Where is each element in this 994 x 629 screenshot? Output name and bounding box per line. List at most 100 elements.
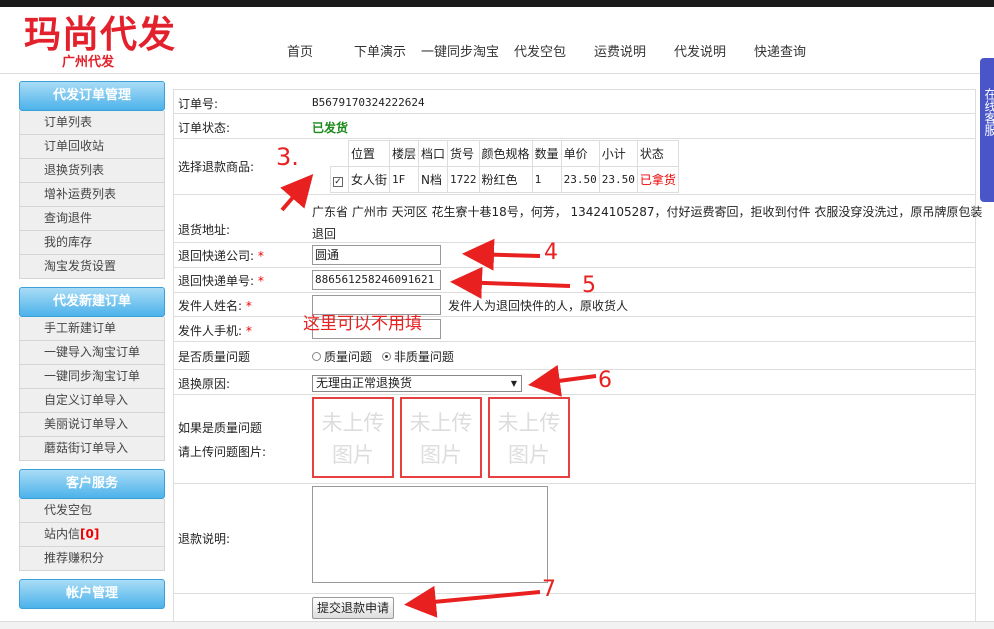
submit-refund-button[interactable]: 提交退款申请 bbox=[312, 597, 395, 619]
annotation-7: 7 bbox=[542, 577, 556, 602]
sidebar-item-custom-import[interactable]: 自定义订单导入 bbox=[19, 389, 165, 413]
goods-header-cell: 数量 bbox=[531, 140, 562, 167]
sidebar-group-new-order[interactable]: 代发新建订单 bbox=[19, 287, 165, 317]
sidebar-item-order-recycle[interactable]: 订单回收站 bbox=[19, 135, 165, 159]
sender-phone-label-text: 发件人手机: bbox=[178, 324, 243, 338]
required-mark: * bbox=[254, 274, 264, 288]
upload-slot-text-1: 未上传 bbox=[497, 411, 561, 435]
return-address-line1: 广东省 广州市 天河区 花生寮十巷18号，何芳， 13424105287，付好运… bbox=[312, 205, 983, 219]
header-divider bbox=[0, 73, 994, 74]
goods-status-cell: 已拿货 bbox=[636, 166, 679, 193]
nav-dropship-info[interactable]: 代发说明 bbox=[674, 41, 726, 60]
row-return-reason: 退换原因: 无理由正常退换货 ▼ bbox=[174, 370, 975, 395]
goods-cell: 女人街 bbox=[347, 166, 391, 193]
goods-cell: 1F bbox=[389, 166, 420, 193]
goods-label: 选择退款商品: bbox=[178, 160, 255, 174]
annotation-5: 5 bbox=[582, 273, 596, 298]
sender-hint: 发件人为退回快件的人，原收货人 bbox=[448, 299, 629, 313]
upload-slot-2[interactable]: 未上传 图片 bbox=[400, 397, 482, 478]
sidebar-group-account[interactable]: 帐户管理 bbox=[19, 579, 165, 609]
sidebar-item-taobao-ship-settings[interactable]: 淘宝发货设置 bbox=[19, 255, 165, 279]
order-no-label: 订单号: bbox=[178, 97, 219, 111]
row-upload-images: 如果是质量问题 请上传问题图片: 未上传 图片 未上传 图片 未上传 图片 bbox=[174, 395, 975, 484]
nav-home[interactable]: 首页 bbox=[287, 41, 313, 60]
row-quality-issue: 是否质量问题 质量问题 非质量问题 bbox=[174, 342, 975, 370]
online-service-label: 在线客服 bbox=[983, 88, 994, 136]
annotation-3: 3. bbox=[276, 143, 299, 171]
sidebar-item-extra-freight[interactable]: 增补运费列表 bbox=[19, 183, 165, 207]
logo-title: 玛尚代发 bbox=[24, 13, 176, 56]
refund-note-textarea[interactable] bbox=[312, 486, 548, 583]
upload-slot-1[interactable]: 未上传 图片 bbox=[312, 397, 394, 478]
quality-no-label: 非质量问题 bbox=[393, 350, 454, 364]
sidebar-item-manual-order[interactable]: 手工新建订单 bbox=[19, 317, 165, 341]
sidebar: 代发订单管理 订单列表 订单回收站 退换货列表 增补运费列表 查询退件 我的库存… bbox=[19, 81, 165, 609]
sidebar-item-empty-parcel[interactable]: 代发空包 bbox=[19, 499, 165, 523]
site-logo[interactable]: 玛尚代发 广州代发 bbox=[24, 14, 184, 70]
upload-slot-text-2: 图片 bbox=[508, 443, 550, 467]
return-company-label: 退回快递公司: * bbox=[178, 247, 264, 264]
goods-checkbox[interactable]: ✓ bbox=[333, 176, 343, 187]
online-service-tab[interactable]: 在线客服 bbox=[980, 58, 994, 202]
tracking-no-input[interactable]: 886561258246091621 bbox=[312, 270, 441, 290]
radio-selected-icon bbox=[381, 352, 391, 361]
return-company-input[interactable]: 圆通 bbox=[312, 245, 441, 265]
row-order-no: 订单号: B5679170324222624 bbox=[174, 90, 975, 114]
goods-table: 位置 楼层 档口 货号 颜色规格 数量 单价 小计 状态 ✓ 女人街 1F N档… bbox=[330, 140, 679, 193]
goods-cell: 1 bbox=[531, 166, 562, 193]
goods-cell: 23.50 bbox=[560, 166, 600, 193]
return-reason-select[interactable]: 无理由正常退换货 ▼ bbox=[312, 375, 522, 392]
sidebar-item-inventory[interactable]: 我的库存 bbox=[19, 231, 165, 255]
sidebar-item-referral-points[interactable]: 推荐赚积分 bbox=[19, 547, 165, 571]
goods-header-cell: 档口 bbox=[418, 140, 449, 167]
goods-header-cell: 小计 bbox=[598, 140, 638, 167]
sidebar-item-sync-taobao[interactable]: 一键同步淘宝订单 bbox=[19, 365, 165, 389]
required-mark: * bbox=[254, 249, 264, 263]
quality-radio-no[interactable]: 非质量问题 bbox=[381, 350, 454, 364]
sidebar-group-order-manage[interactable]: 代发订单管理 bbox=[19, 81, 165, 111]
annotation-hint: 这里可以不用填 bbox=[303, 314, 422, 334]
order-no-value: B5679170324222624 bbox=[312, 96, 425, 109]
sidebar-item-query-returns[interactable]: 查询退件 bbox=[19, 207, 165, 231]
nav-sync-taobao[interactable]: 一键同步淘宝 bbox=[421, 41, 499, 60]
row-tracking-no: 退回快递单号: * 886561258246091621 bbox=[174, 268, 975, 293]
inbox-count: [0] bbox=[80, 527, 100, 541]
quality-radio-yes[interactable]: 质量问题 bbox=[312, 350, 372, 364]
goods-header-cell: 颜色规格 bbox=[478, 140, 533, 167]
upload-slot-text-1: 未上传 bbox=[409, 411, 473, 435]
sender-phone-label: 发件人手机: * bbox=[178, 322, 252, 339]
sender-name-label-text: 发件人姓名: bbox=[178, 299, 243, 313]
upload-slot-3[interactable]: 未上传 图片 bbox=[488, 397, 570, 478]
row-sender-name: 发件人姓名: * 发件人为退回快件的人，原收货人 bbox=[174, 293, 975, 317]
sidebar-item-meilishuo-import[interactable]: 美丽说订单导入 bbox=[19, 413, 165, 437]
goods-header-cell: 货号 bbox=[447, 140, 480, 167]
return-address-label: 退货地址: bbox=[178, 223, 231, 237]
goods-checkbox-cell: ✓ bbox=[330, 166, 349, 193]
sender-name-label: 发件人姓名: * bbox=[178, 297, 252, 314]
row-return-company: 退回快递公司: * 圆通 bbox=[174, 243, 975, 268]
goods-cell: 1722 bbox=[447, 166, 480, 193]
nav-empty-parcel[interactable]: 代发空包 bbox=[514, 41, 566, 60]
sidebar-group-customer-service[interactable]: 客户服务 bbox=[19, 469, 165, 499]
goods-header-cell: 单价 bbox=[560, 140, 600, 167]
tracking-no-label-text: 退回快递单号: bbox=[178, 274, 255, 288]
inbox-label: 站内信 bbox=[44, 527, 81, 541]
annotation-6: 6 bbox=[598, 368, 612, 393]
goods-cell: N档 bbox=[418, 166, 449, 193]
window-top-bar bbox=[0, 0, 994, 7]
row-refund-note: 退款说明: bbox=[174, 484, 975, 594]
required-mark: * bbox=[242, 299, 252, 313]
nav-express-query[interactable]: 快递查询 bbox=[754, 41, 806, 60]
sidebar-item-inbox[interactable]: 站内信[0] bbox=[19, 523, 165, 547]
nav-order-demo[interactable]: 下单演示 bbox=[354, 41, 406, 60]
order-status-value: 已发货 bbox=[312, 121, 349, 135]
annotation-4: 4 bbox=[544, 240, 558, 265]
sidebar-item-returns[interactable]: 退换货列表 bbox=[19, 159, 165, 183]
sidebar-item-import-taobao[interactable]: 一键导入淘宝订单 bbox=[19, 341, 165, 365]
row-submit: 提交退款申请 bbox=[174, 594, 975, 624]
quality-yes-label: 质量问题 bbox=[324, 350, 373, 364]
sidebar-item-mogujie-import[interactable]: 蘑菇街订单导入 bbox=[19, 437, 165, 461]
refund-note-label: 退款说明: bbox=[178, 532, 231, 546]
nav-shipping-info[interactable]: 运费说明 bbox=[594, 41, 646, 60]
sidebar-item-order-list[interactable]: 订单列表 bbox=[19, 111, 165, 135]
